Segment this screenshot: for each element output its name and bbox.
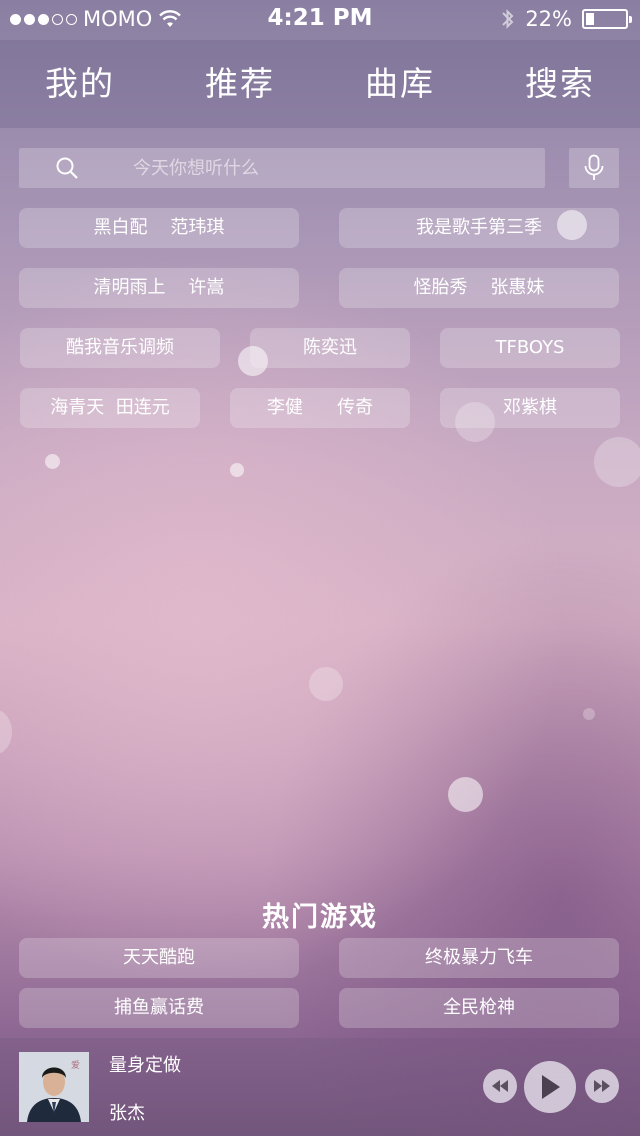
fast-forward-icon [594,1080,610,1092]
bokeh-decoration [583,708,595,720]
hot-tag[interactable]: 酷我音乐调频 [20,328,220,368]
bluetooth-icon [502,9,514,29]
tab-library[interactable]: 曲库 [320,40,480,128]
bokeh-decoration [309,667,343,701]
next-button[interactable] [585,1069,619,1103]
top-nav: 我的 推荐 曲库 搜索 [0,40,640,128]
play-icon [542,1075,560,1099]
game-item[interactable]: 天天酷跑 [19,938,299,978]
game-item[interactable]: 全民枪神 [339,988,619,1028]
game-item[interactable]: 捕鱼赢话费 [19,988,299,1028]
bokeh-decoration [0,710,12,754]
hot-tag[interactable]: 清明雨上 许嵩 [19,268,299,308]
hot-tag[interactable]: 我是歌手第三季 [339,208,619,248]
song-artist: 张杰 [109,1103,145,1124]
bokeh-decoration [230,463,244,477]
battery-icon [582,9,632,29]
game-item[interactable]: 终极暴力飞车 [339,938,619,978]
hot-tag[interactable]: 黑白配 范玮琪 [19,208,299,248]
status-bar: MOMO 4:21 PM 22% [0,0,640,40]
song-title: 量身定做 [109,1055,181,1076]
tab-search[interactable]: 搜索 [480,40,640,128]
search-box[interactable] [19,148,545,188]
search-icon [56,157,78,179]
hot-tag[interactable]: TFBOYS [440,328,620,368]
tab-recommend[interactable]: 推荐 [160,40,320,128]
hot-tag[interactable]: 怪胎秀 张惠妹 [339,268,619,308]
now-playing-bar: 爱 量身定做 张杰 [0,1038,640,1136]
battery-percent: 22% [525,7,572,31]
album-art-image: 爱 [19,1052,89,1122]
hot-tag[interactable]: 邓紫棋 [440,388,620,428]
hot-games-title: 热门游戏 [262,902,378,933]
bokeh-decoration [594,437,640,487]
bokeh-decoration [448,777,483,812]
hot-tag[interactable]: 李健 传奇 [230,388,410,428]
microphone-icon [584,154,604,180]
search-input[interactable] [133,148,533,188]
svg-text:爱: 爱 [71,1060,80,1071]
rewind-icon [492,1080,508,1092]
bokeh-decoration [45,454,60,469]
album-art[interactable]: 爱 [19,1052,89,1122]
hot-tag[interactable]: 陈奕迅 [250,328,410,368]
previous-button[interactable] [483,1069,517,1103]
hot-tag[interactable]: 海青天 田连元 [20,388,200,428]
play-button[interactable] [524,1061,576,1113]
tab-mine[interactable]: 我的 [0,40,160,128]
voice-search-button[interactable] [569,148,619,188]
